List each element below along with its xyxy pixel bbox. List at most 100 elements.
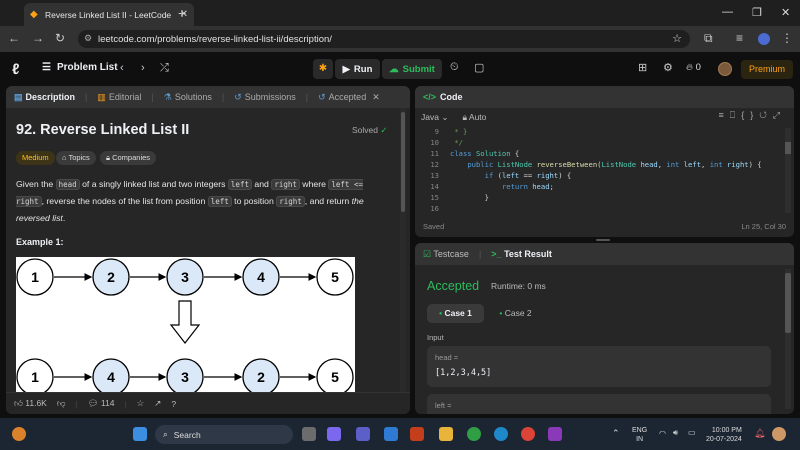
volume-icon[interactable]: 🔊︎ xyxy=(673,428,678,438)
language-select[interactable]: Java ⌄ xyxy=(421,112,448,123)
clock[interactable]: 10:00 PM 20-07-2024 xyxy=(706,426,742,444)
topics-tag[interactable]: ⌂ Topics xyxy=(56,151,96,165)
taskbar-search[interactable]: ⌕ Search xyxy=(155,425,293,444)
tab-accepted[interactable]: ↺ Accepted ✕ xyxy=(318,92,380,103)
app-icon[interactable] xyxy=(548,427,562,441)
forward-icon[interactable]: → xyxy=(32,31,44,45)
favorite-star-icon[interactable]: ☆ xyxy=(137,398,145,409)
down-arrow-icon xyxy=(169,300,201,344)
code-editor[interactable]: 9 * } 10 */11 class Solution {12 public Li… xyxy=(415,127,794,215)
fullscreen-icon[interactable]: ⤢ xyxy=(773,110,786,120)
tab-solutions-label: Solutions xyxy=(174,92,212,102)
next-problem-icon[interactable]: › xyxy=(141,62,145,74)
teams-icon[interactable] xyxy=(356,427,370,441)
edge-icon[interactable] xyxy=(494,427,508,441)
code-line[interactable]: 14 return head; xyxy=(415,182,794,193)
input-label: Input xyxy=(427,333,444,342)
streak-counter[interactable]: 🔥︎ 0 xyxy=(686,62,701,73)
tab-solutions[interactable]: ⚗ Solutions xyxy=(164,92,212,103)
back-icon[interactable]: ← xyxy=(8,31,20,45)
case-1-tab[interactable]: • Case 1 xyxy=(427,304,484,323)
avatar[interactable] xyxy=(718,62,732,76)
notification-icon[interactable]: 🔔︎ xyxy=(754,428,765,439)
prev-problem-icon[interactable]: ‹ xyxy=(120,62,124,74)
profile-icon[interactable] xyxy=(758,33,770,45)
left-input-box: left = xyxy=(427,394,771,414)
close-tab-icon[interactable]: ✕ xyxy=(372,92,380,103)
case-2-tab[interactable]: • Case 2 xyxy=(493,304,538,323)
task-view-icon[interactable] xyxy=(302,427,316,441)
menu-icon[interactable]: ⋮ xyxy=(781,31,793,45)
tab-testcase[interactable]: ☑ Testcase xyxy=(423,249,469,260)
file-explorer-icon[interactable] xyxy=(439,427,453,441)
code-line[interactable]: 12 public ListNode reverseBetween(ListNo… xyxy=(415,160,794,171)
code-line[interactable]: 16 xyxy=(415,204,794,215)
shuffle-icon[interactable]: ⤮ xyxy=(160,62,169,75)
copilot-icon[interactable] xyxy=(327,427,341,441)
tab-editorial[interactable]: ▥ Editorial xyxy=(97,92,141,103)
code-text: class Solution { xyxy=(450,149,520,158)
share-icon[interactable]: ↗ xyxy=(154,398,161,409)
premium-button[interactable]: Premium xyxy=(741,60,793,79)
weather-widget-icon[interactable] xyxy=(12,427,26,441)
code-line[interactable]: 10 */ xyxy=(415,138,794,149)
reload-icon[interactable]: ↻ xyxy=(55,31,65,45)
code-line[interactable]: 9 * } xyxy=(415,127,794,138)
result-scrollbar[interactable] xyxy=(785,269,791,409)
format-icon[interactable]: ≡ xyxy=(719,110,730,120)
settings-gear-icon[interactable]: ⚙ xyxy=(663,61,673,74)
leetcode-logo-icon[interactable]: ℓ xyxy=(12,61,26,78)
new-tab-button[interactable]: + xyxy=(178,5,186,21)
media-icon[interactable]: ≡ xyxy=(736,31,743,45)
site-info-icon[interactable]: ⚙ xyxy=(84,33,92,44)
line-number: 12 xyxy=(430,160,439,169)
office-icon[interactable] xyxy=(410,427,424,441)
layout-icon[interactable]: ⊞ xyxy=(638,61,647,74)
mail-icon[interactable] xyxy=(384,427,398,441)
battery-icon[interactable]: ▭ xyxy=(688,428,696,437)
run-button[interactable]: ▶ Run xyxy=(335,59,380,79)
tab-submissions[interactable]: ↺ Submissions xyxy=(234,92,296,103)
tab-title: Reverse Linked List II - LeetCode xyxy=(45,9,172,20)
chevron-down-icon: ⌄ xyxy=(441,111,449,122)
editor-scrollbar[interactable] xyxy=(785,128,791,213)
reset-icon[interactable]: ↺ xyxy=(759,110,773,120)
close-window-icon[interactable]: ✕ xyxy=(781,6,790,19)
braces-icon[interactable]: {} xyxy=(741,110,759,120)
tab-description[interactable]: ▤ Description xyxy=(14,92,75,103)
bookmark-icon[interactable]: ⎕ xyxy=(730,110,741,120)
debug-icon[interactable]: ✱ xyxy=(313,59,333,79)
companies-tag[interactable]: 🔒︎ Companies xyxy=(100,151,157,165)
problem-title[interactable]: 92. Reverse Linked List II xyxy=(16,122,189,138)
code-line[interactable]: 15 } xyxy=(415,193,794,204)
browser-tab[interactable]: ◆ Reverse Linked List II - LeetCode ✕ xyxy=(24,3,194,26)
url-input[interactable]: ⚙ leetcode.com/problems/reverse-linked-l… xyxy=(78,30,690,48)
tray-overflow-icon[interactable]: ⌃ xyxy=(612,428,620,439)
chrome-icon[interactable] xyxy=(467,427,481,441)
code-line[interactable]: 11 class Solution { xyxy=(415,149,794,160)
panel-resize-handle[interactable] xyxy=(596,239,610,241)
chrome-active-icon[interactable] xyxy=(521,427,535,441)
auto-mode-toggle[interactable]: 🔒︎ Auto xyxy=(462,112,486,123)
scrollbar[interactable] xyxy=(400,108,406,392)
language-indicator[interactable]: ENG IN xyxy=(632,426,647,444)
code-line[interactable]: 13 if (left == right) { xyxy=(415,171,794,182)
wifi-icon[interactable]: ◠ xyxy=(659,429,666,438)
tab-test-result[interactable]: >_ Test Result xyxy=(491,249,552,259)
problem-list-button[interactable]: ☰ Problem List xyxy=(42,62,118,73)
comments-button[interactable]: 💬︎ 114 xyxy=(88,398,115,409)
test-result-panel: ☑ Testcase | >_ Test Result Accepted Run… xyxy=(415,243,794,414)
timer-icon[interactable]: ⏲ xyxy=(450,61,459,74)
minimize-icon[interactable]: — xyxy=(722,6,733,18)
start-icon[interactable] xyxy=(133,427,147,441)
dislike-icon[interactable]: 👎︎ xyxy=(57,398,66,409)
extensions-icon[interactable]: ⧉ xyxy=(704,31,713,46)
tab-divider: | xyxy=(85,92,88,102)
help-icon[interactable]: ? xyxy=(171,399,176,409)
notes-icon[interactable]: ▢ xyxy=(474,61,484,74)
submit-button[interactable]: ☁ Submit xyxy=(382,59,442,79)
bookmark-star-icon[interactable]: ☆ xyxy=(672,32,682,45)
maximize-icon[interactable]: ❐ xyxy=(752,6,762,19)
like-button[interactable]: 👍︎ 11.6K xyxy=(14,398,47,409)
user-icon[interactable] xyxy=(772,427,786,441)
